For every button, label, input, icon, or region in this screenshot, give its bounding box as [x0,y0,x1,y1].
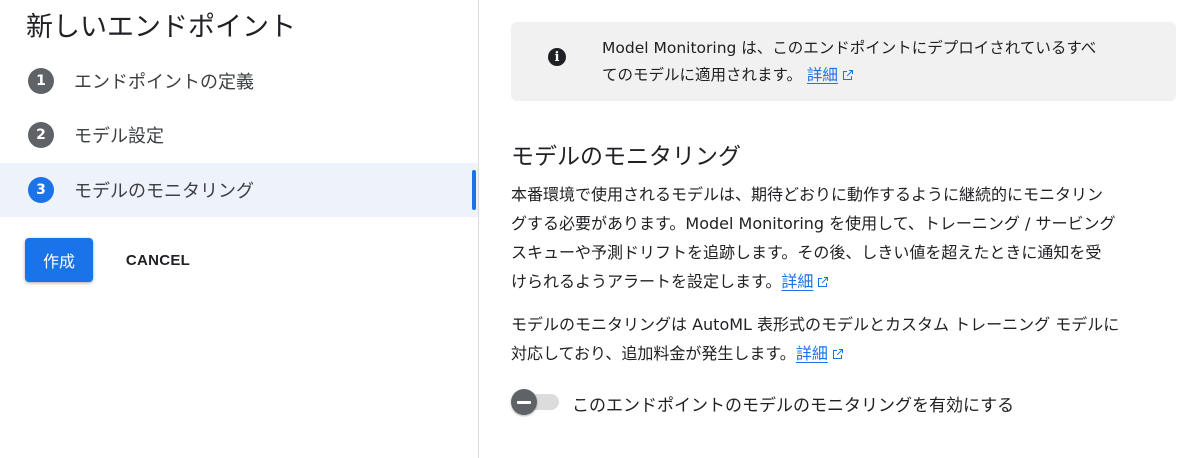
link-text: 詳細 [795,344,828,363]
link-text: 詳細 [806,66,838,84]
active-step-indicator [472,170,476,210]
step-label: エンドポイントの定義 [74,72,254,93]
para-line: 対応しており、追加料金が発生します。 [511,344,796,363]
cancel-button[interactable]: CANCEL [112,238,204,282]
step-label: モデルのモニタリング [74,181,254,202]
info-icon: i [548,48,566,66]
info-line-1: Model Monitoring は、このエンドポイントにデプロイされているすべ [602,39,1097,57]
step-number-badge: 3 [28,177,54,203]
toggle-knob [511,389,537,415]
pricing-note: モデルのモニタリングは AutoML 表形式のモデルとカスタム トレーニング モ… [511,310,1176,368]
section-title: モデルのモニタリング [511,144,741,170]
monitoring-toggle-label[interactable]: このエンドポイントのモデルのモニタリングを有効にする [572,391,1014,416]
para-line: けられるようアラートを設定します。 [511,272,782,291]
step-model-settings[interactable]: 2 モデル設定 [0,108,478,162]
info-text: Model Monitoring は、このエンドポイントにデプロイされているすべ… [602,35,1162,89]
info-banner: i Model Monitoring は、このエンドポイントにデプロイされている… [511,22,1176,101]
description-learn-more-link[interactable]: 詳細 [781,272,829,291]
para-line: 本番環境で使用されるモデルは、期待どおりに動作するように継続的にモニタリン [511,185,1104,204]
link-text: 詳細 [781,272,814,291]
para-line: モデルのモニタリングは AutoML 表形式のモデルとカスタム トレーニング モ… [511,315,1120,334]
step-number-badge: 2 [28,122,54,148]
info-line-2: てのモデルに適用されます。 [602,66,802,84]
step-number-badge: 1 [28,68,54,94]
para-line: スキューや予測ドリフトを追跡します。その後、しきい値を超えたときに通知を受 [511,243,1102,262]
create-button[interactable]: 作成 [25,238,93,282]
external-link-icon [832,349,843,359]
monitoring-description: 本番環境で使用されるモデルは、期待どおりに動作するように継続的にモニタリン グす… [511,180,1176,296]
monitoring-toggle[interactable] [511,389,561,415]
external-link-icon [818,277,829,287]
step-model-monitoring[interactable]: 3 モデルのモニタリング [0,163,478,217]
stepper-panel: 新しいエンドポイント 1 エンドポイントの定義 2 モデル設定 3 モデルのモニ… [0,0,479,458]
info-learn-more-link[interactable]: 詳細 [807,66,854,84]
para-line: グする必要があります。Model Monitoring を使用して、トレーニング… [511,214,1116,233]
panel-title: 新しいエンドポイント [26,12,296,43]
external-link-icon [842,70,853,80]
step-label: モデル設定 [74,126,164,147]
step-define-endpoint[interactable]: 1 エンドポイントの定義 [0,54,478,108]
pricing-learn-more-link[interactable]: 詳細 [796,344,844,363]
